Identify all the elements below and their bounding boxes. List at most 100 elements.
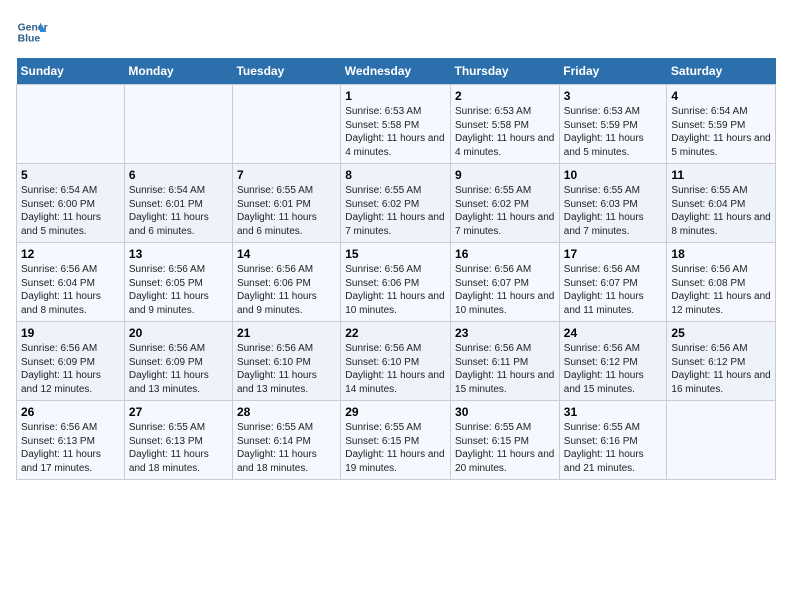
day-number: 30 xyxy=(455,405,555,419)
calendar-cell: 7 Sunrise: 6:55 AM Sunset: 6:01 PM Daylig… xyxy=(232,164,340,243)
logo-icon: General Blue xyxy=(16,16,48,48)
day-info: Sunrise: 6:54 AM Sunset: 6:00 PM Dayligh… xyxy=(21,184,120,238)
day-number: 14 xyxy=(237,247,336,261)
day-info: Sunrise: 6:55 AM Sunset: 6:15 PM Dayligh… xyxy=(455,421,555,475)
calendar-cell: 24 Sunrise: 6:56 AM Sunset: 6:12 PM Dayli… xyxy=(559,322,667,401)
calendar-week-row: 5 Sunrise: 6:54 AM Sunset: 6:00 PM Daylig… xyxy=(17,164,776,243)
page-header: General Blue xyxy=(16,16,776,48)
day-number: 28 xyxy=(237,405,336,419)
calendar-body: 1Sunrise: 6:53 AM Sunset: 5:58 PM Daylig… xyxy=(17,85,776,480)
calendar-cell xyxy=(124,85,232,164)
calendar-cell: 23 Sunrise: 6:56 AM Sunset: 6:11 PM Dayli… xyxy=(451,322,560,401)
day-number: 4 xyxy=(671,89,771,103)
calendar-cell xyxy=(232,85,340,164)
day-number: 25 xyxy=(671,326,771,340)
calendar-cell xyxy=(17,85,125,164)
day-info: Sunrise: 6:56 AM Sunset: 6:13 PM Dayligh… xyxy=(21,421,120,475)
calendar-cell: 1Sunrise: 6:53 AM Sunset: 5:58 PM Daylig… xyxy=(341,85,451,164)
day-number: 12 xyxy=(21,247,120,261)
day-info: Sunrise: 6:55 AM Sunset: 6:15 PM Dayligh… xyxy=(345,421,446,475)
day-number: 17 xyxy=(564,247,663,261)
calendar-cell: 8Sunrise: 6:55 AM Sunset: 6:02 PM Daylig… xyxy=(341,164,451,243)
day-info: Sunrise: 6:56 AM Sunset: 6:10 PM Dayligh… xyxy=(237,342,336,396)
logo: General Blue xyxy=(16,16,48,48)
calendar-header: SundayMondayTuesdayWednesdayThursdayFrid… xyxy=(17,58,776,85)
calendar-cell: 29 Sunrise: 6:55 AM Sunset: 6:15 PM Dayli… xyxy=(341,401,451,480)
calendar-cell: 25Sunrise: 6:56 AM Sunset: 6:12 PM Dayli… xyxy=(667,322,776,401)
svg-text:Blue: Blue xyxy=(18,34,41,45)
day-info: Sunrise: 6:56 AM Sunset: 6:12 PM Dayligh… xyxy=(564,342,663,396)
day-info: Sunrise: 6:55 AM Sunset: 6:01 PM Dayligh… xyxy=(237,184,336,238)
calendar-cell: 5 Sunrise: 6:54 AM Sunset: 6:00 PM Daylig… xyxy=(17,164,125,243)
day-number: 21 xyxy=(237,326,336,340)
calendar-cell: 20 Sunrise: 6:56 AM Sunset: 6:09 PM Dayli… xyxy=(124,322,232,401)
calendar-cell: 21 Sunrise: 6:56 AM Sunset: 6:10 PM Dayli… xyxy=(232,322,340,401)
day-info: Sunrise: 6:54 AM Sunset: 5:59 PM Dayligh… xyxy=(671,105,771,159)
day-number: 18 xyxy=(671,247,771,261)
day-info: Sunrise: 6:56 AM Sunset: 6:11 PM Dayligh… xyxy=(455,342,555,396)
day-info: Sunrise: 6:53 AM Sunset: 5:58 PM Dayligh… xyxy=(345,105,446,159)
calendar-cell: 6 Sunrise: 6:54 AM Sunset: 6:01 PM Daylig… xyxy=(124,164,232,243)
day-info: Sunrise: 6:55 AM Sunset: 6:04 PM Dayligh… xyxy=(671,184,771,238)
day-info: Sunrise: 6:53 AM Sunset: 5:59 PM Dayligh… xyxy=(564,105,663,159)
day-number: 2 xyxy=(455,89,555,103)
day-info: Sunrise: 6:56 AM Sunset: 6:05 PM Dayligh… xyxy=(129,263,228,317)
day-number: 24 xyxy=(564,326,663,340)
weekday-header: Saturday xyxy=(667,58,776,85)
calendar-cell: 22Sunrise: 6:56 AM Sunset: 6:10 PM Dayli… xyxy=(341,322,451,401)
day-info: Sunrise: 6:55 AM Sunset: 6:03 PM Dayligh… xyxy=(564,184,663,238)
day-number: 31 xyxy=(564,405,663,419)
calendar-cell: 28 Sunrise: 6:55 AM Sunset: 6:14 PM Dayli… xyxy=(232,401,340,480)
calendar-week-row: 19 Sunrise: 6:56 AM Sunset: 6:09 PM Dayli… xyxy=(17,322,776,401)
day-number: 9 xyxy=(455,168,555,182)
day-info: Sunrise: 6:56 AM Sunset: 6:08 PM Dayligh… xyxy=(671,263,771,317)
day-info: Sunrise: 6:56 AM Sunset: 6:10 PM Dayligh… xyxy=(345,342,446,396)
day-number: 20 xyxy=(129,326,228,340)
weekday-header: Sunday xyxy=(17,58,125,85)
day-info: Sunrise: 6:56 AM Sunset: 6:04 PM Dayligh… xyxy=(21,263,120,317)
day-info: Sunrise: 6:55 AM Sunset: 6:02 PM Dayligh… xyxy=(455,184,555,238)
day-info: Sunrise: 6:56 AM Sunset: 6:07 PM Dayligh… xyxy=(455,263,555,317)
day-number: 3 xyxy=(564,89,663,103)
calendar-cell: 15 Sunrise: 6:56 AM Sunset: 6:06 PM Dayli… xyxy=(341,243,451,322)
calendar-cell: 30 Sunrise: 6:55 AM Sunset: 6:15 PM Dayli… xyxy=(451,401,560,480)
weekday-header: Wednesday xyxy=(341,58,451,85)
calendar-cell: 9 Sunrise: 6:55 AM Sunset: 6:02 PM Daylig… xyxy=(451,164,560,243)
day-number: 23 xyxy=(455,326,555,340)
day-info: Sunrise: 6:56 AM Sunset: 6:06 PM Dayligh… xyxy=(345,263,446,317)
day-number: 11 xyxy=(671,168,771,182)
calendar-week-row: 26Sunrise: 6:56 AM Sunset: 6:13 PM Dayli… xyxy=(17,401,776,480)
weekday-header: Thursday xyxy=(451,58,560,85)
weekday-header: Monday xyxy=(124,58,232,85)
calendar-cell xyxy=(667,401,776,480)
calendar-week-row: 1Sunrise: 6:53 AM Sunset: 5:58 PM Daylig… xyxy=(17,85,776,164)
day-info: Sunrise: 6:55 AM Sunset: 6:13 PM Dayligh… xyxy=(129,421,228,475)
calendar-cell: 26Sunrise: 6:56 AM Sunset: 6:13 PM Dayli… xyxy=(17,401,125,480)
calendar-cell: 14 Sunrise: 6:56 AM Sunset: 6:06 PM Dayli… xyxy=(232,243,340,322)
day-number: 5 xyxy=(21,168,120,182)
calendar-cell: 16 Sunrise: 6:56 AM Sunset: 6:07 PM Dayli… xyxy=(451,243,560,322)
day-info: Sunrise: 6:55 AM Sunset: 6:16 PM Dayligh… xyxy=(564,421,663,475)
day-info: Sunrise: 6:55 AM Sunset: 6:14 PM Dayligh… xyxy=(237,421,336,475)
day-info: Sunrise: 6:56 AM Sunset: 6:07 PM Dayligh… xyxy=(564,263,663,317)
calendar-cell: 17 Sunrise: 6:56 AM Sunset: 6:07 PM Dayli… xyxy=(559,243,667,322)
calendar-cell: 19 Sunrise: 6:56 AM Sunset: 6:09 PM Dayli… xyxy=(17,322,125,401)
day-info: Sunrise: 6:56 AM Sunset: 6:09 PM Dayligh… xyxy=(21,342,120,396)
day-number: 13 xyxy=(129,247,228,261)
day-number: 19 xyxy=(21,326,120,340)
day-number: 29 xyxy=(345,405,446,419)
day-info: Sunrise: 6:54 AM Sunset: 6:01 PM Dayligh… xyxy=(129,184,228,238)
day-number: 16 xyxy=(455,247,555,261)
calendar-cell: 12 Sunrise: 6:56 AM Sunset: 6:04 PM Dayli… xyxy=(17,243,125,322)
day-number: 6 xyxy=(129,168,228,182)
calendar-cell: 13 Sunrise: 6:56 AM Sunset: 6:05 PM Dayli… xyxy=(124,243,232,322)
calendar-table: SundayMondayTuesdayWednesdayThursdayFrid… xyxy=(16,58,776,480)
day-info: Sunrise: 6:56 AM Sunset: 6:06 PM Dayligh… xyxy=(237,263,336,317)
calendar-cell: 2Sunrise: 6:53 AM Sunset: 5:58 PM Daylig… xyxy=(451,85,560,164)
calendar-cell: 10Sunrise: 6:55 AM Sunset: 6:03 PM Dayli… xyxy=(559,164,667,243)
day-number: 7 xyxy=(237,168,336,182)
day-number: 15 xyxy=(345,247,446,261)
day-number: 8 xyxy=(345,168,446,182)
day-info: Sunrise: 6:56 AM Sunset: 6:09 PM Dayligh… xyxy=(129,342,228,396)
calendar-cell: 18 Sunrise: 6:56 AM Sunset: 6:08 PM Dayli… xyxy=(667,243,776,322)
